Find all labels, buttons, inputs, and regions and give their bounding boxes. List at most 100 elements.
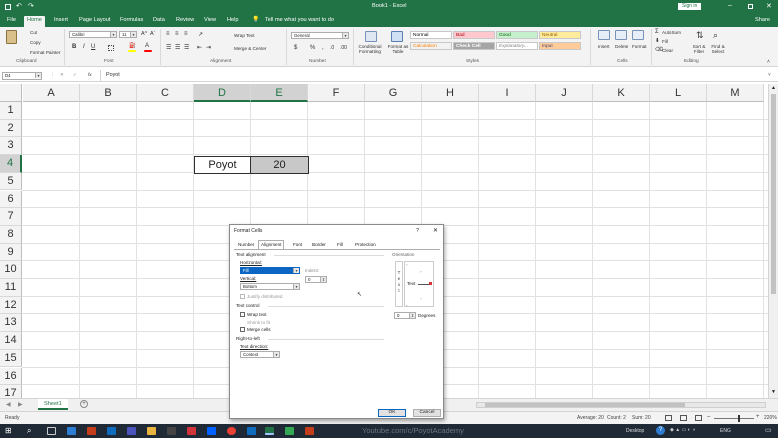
italic-icon[interactable]: I [83,44,85,50]
row-header[interactable]: 12 [0,296,22,315]
dialog-help-button[interactable]: ? [416,228,419,234]
dialog-tab-alignment[interactable]: Alignment [258,240,285,249]
close-window-icon[interactable]: ✕ [766,2,772,10]
next-sheet-icon[interactable]: ▶ [18,401,23,408]
paste-icon[interactable] [6,30,17,44]
maximize-icon[interactable] [748,4,753,9]
cell-style-option[interactable]: Check Cell [453,42,495,50]
help-tray-icon[interactable]: ? [656,426,665,435]
cell-style-option[interactable]: Neutral [539,31,581,39]
format-cells-icon[interactable] [632,30,644,40]
collapse-ribbon-icon[interactable]: ˄ [767,59,770,65]
autosum-icon[interactable]: Σ [655,29,659,35]
undo-icon[interactable]: ↶ [16,2,22,10]
conditional-formatting-icon[interactable] [365,31,377,42]
autosum-button[interactable]: AutoSum [662,30,681,35]
percent-icon[interactable]: % [310,45,315,51]
column-header[interactable]: G [365,84,422,102]
tell-me-box[interactable]: Tell me what you want to do [262,16,337,25]
tab-data[interactable]: Data [150,16,168,25]
app-icon-1[interactable] [167,427,176,435]
notifications-icon[interactable]: ▭ [765,426,772,434]
cell-style-option[interactable]: Normal [410,31,452,39]
tab-file[interactable]: File [4,16,19,25]
tab-home[interactable]: Home [24,16,45,27]
save-icon[interactable] [5,4,11,10]
conditional-formatting-button[interactable]: Conditional Formatting [355,44,385,54]
row-header[interactable]: 8 [0,225,22,244]
dialog-tab-fill[interactable]: Fill [335,241,345,249]
sign-in-button[interactable]: Sign in [678,3,702,10]
select-all-corner[interactable] [0,84,22,102]
column-header[interactable]: E [251,84,308,102]
formula-input[interactable]: Poyot [106,72,120,78]
font-color-letter-icon[interactable]: A [145,43,149,49]
wrap-text-button[interactable]: Wrap Text [234,33,255,38]
column-header[interactable]: A [23,84,80,102]
column-header[interactable]: I [479,84,536,102]
excel-taskbar-icon[interactable] [265,427,274,435]
merge-cells-checkbox[interactable] [240,327,245,332]
clear-button[interactable]: Clear [662,48,673,53]
font-color-icon[interactable] [144,50,152,52]
horizontal-scroll-thumb[interactable] [485,403,685,407]
row-header[interactable]: 16 [0,367,22,386]
app-icon-2[interactable] [187,427,196,435]
column-header[interactable]: F [308,84,365,102]
cell-style-option[interactable]: Bad [453,31,495,39]
align-left-icon[interactable]: ☰ [166,44,171,51]
sheet-tab-sheet1[interactable]: Sheet1 [38,399,68,410]
sort-filter-button[interactable]: Sort & Filter [691,44,707,54]
orientation-handle[interactable] [429,282,432,285]
zoom-slider[interactable] [714,415,754,422]
column-header[interactable]: B [80,84,137,102]
font-size-box[interactable]: 11 ▾ [119,31,137,38]
edge-icon[interactable] [67,427,76,435]
row-header[interactable]: 15 [0,349,22,368]
cell-style-option[interactable]: Calculation [410,42,452,50]
cell-style-option[interactable]: Good [496,31,538,39]
increase-indent-icon[interactable]: ⇥ [206,44,211,51]
grow-font-icon[interactable]: A^ [141,31,147,37]
column-header[interactable]: K [593,84,650,102]
cell-e4[interactable]: 20 [251,156,309,174]
start-icon[interactable]: ⊞ [5,426,12,435]
fill-button[interactable]: Fill [662,39,668,44]
fill-color-icon[interactable] [128,50,136,52]
chrome-icon[interactable] [227,427,236,435]
align-middle-icon[interactable]: ≡ [175,31,179,37]
tab-review[interactable]: Review [173,16,197,25]
outlook-icon[interactable] [107,427,116,435]
tab-help[interactable]: Help [224,16,242,25]
delete-cells-button[interactable]: Delete [615,44,628,49]
expand-formula-bar-icon[interactable]: ˅ [768,72,771,77]
currency-icon[interactable]: $ [294,45,297,51]
language-indicator[interactable]: ENG [720,428,731,434]
delete-cells-icon[interactable] [615,30,627,40]
row-header[interactable]: 2 [0,119,22,138]
cell-style-option[interactable]: Input [539,42,581,50]
app-icon-4[interactable] [285,427,294,435]
row-header[interactable]: 7 [0,208,22,226]
column-header[interactable]: C [137,84,194,102]
ok-button[interactable]: OK [378,409,406,417]
row-header[interactable]: 14 [0,332,22,350]
tab-insert[interactable]: Insert [51,16,71,25]
desktop-label[interactable]: Desktop [626,428,644,434]
horizontal-select[interactable]: Fill ▾ [240,267,300,274]
row-header[interactable]: 13 [0,314,22,333]
font-name-box[interactable]: Calibri ▾ [69,31,117,38]
degrees-spinner[interactable]: 0 ⇕ [394,312,416,319]
cancel-entry-icon[interactable]: ✕ [60,72,64,78]
align-right-icon[interactable]: ☰ [184,44,189,51]
scroll-up-icon[interactable]: ▲ [771,85,776,91]
orientation-dial[interactable]: ◦ ◦ Text ◦ ◦ [404,261,434,308]
dialog-tab-protection[interactable]: Protection [353,241,378,249]
comma-icon[interactable]: , [322,45,324,51]
cancel-button[interactable]: Cancel [413,409,441,417]
dialog-tab-border[interactable]: Border [310,241,328,249]
vertical-select[interactable]: Bottom ▾ [240,283,300,290]
sort-filter-icon[interactable]: ⇅ [696,30,704,41]
name-box[interactable]: D4 ▾ [2,72,42,80]
prev-sheet-icon[interactable]: ◀ [6,401,11,408]
